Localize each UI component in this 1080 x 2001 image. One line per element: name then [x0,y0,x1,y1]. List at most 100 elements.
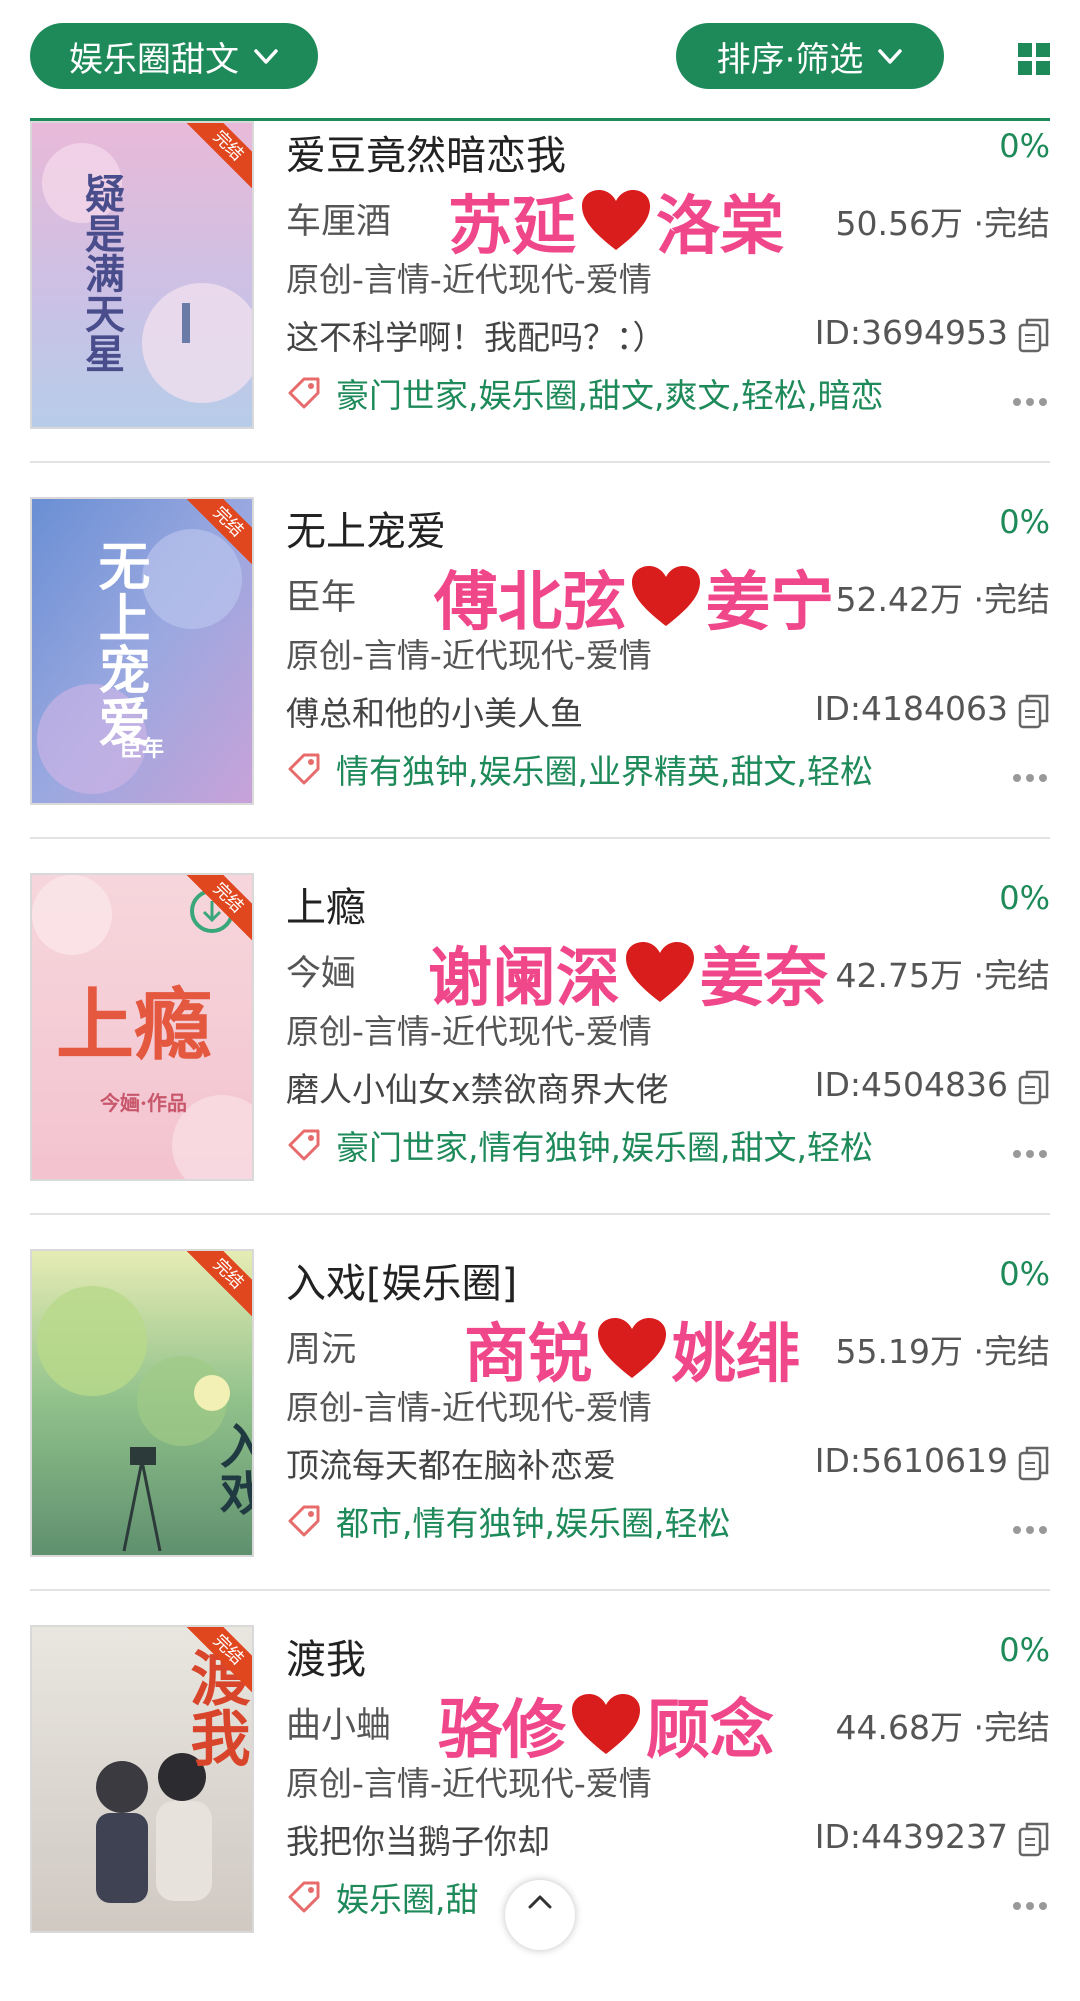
couple-left-name: 骆修 [438,1694,566,1768]
chevron-down-icon [254,49,278,64]
couple-overlay: 傅北弦 姜宁 [434,551,834,643]
cover-art [32,123,252,427]
book-cover[interactable]: 入戏 完结 [30,1249,254,1557]
list-item[interactable]: 上瘾 今婳·作品 完结 上瘾 0% 今婳 42.75万 ·完结 原创-言情-近代… [0,873,1080,1249]
chevron-up-icon [528,1895,552,1909]
book-title[interactable]: 上瘾 [286,875,366,933]
tag-icon [288,753,320,785]
list-item[interactable]: 疑是满天星 完结 爱豆竟然暗恋我 0% 车厘酒 50.56万 ·完结 原创-言情… [0,121,1080,497]
book-id: ID:4439237 [814,1817,1008,1856]
book-author[interactable]: 臣年 [286,569,356,620]
heart-icon [632,566,700,626]
cover-title: 疑是满天星 [78,173,125,373]
couple-right-name: 洛棠 [656,190,784,264]
cover-author: 臣年 [120,736,165,762]
tag-icon [288,1129,320,1161]
book-title[interactable]: 无上宠爱 [286,499,446,557]
read-progress: 0% [999,127,1050,165]
couple-overlay: 商锐 姚绯 [464,1303,800,1395]
book-tags[interactable]: 情有独钟,娱乐圈,业界精英,甜文,轻松 [336,745,873,793]
cover-title: 上瘾 [56,980,213,1071]
book-tags[interactable]: 娱乐圈,甜 [336,1873,479,1921]
book-summary: 顶流每天都在脑补恋爱 [286,1446,616,1485]
heart-icon [582,190,650,250]
book-author[interactable]: 车厘酒 [286,193,391,244]
sort-filter-dropdown[interactable]: 排序·筛选 [676,23,944,89]
top-bar: 娱乐圈甜文 排序·筛选 [0,0,1080,120]
couple-left-name: 商锐 [464,1318,592,1392]
read-progress: 0% [999,879,1050,917]
couple-left-name: 傅北弦 [434,566,626,640]
book-id: ID:4504836 [814,1065,1008,1104]
heart-icon [572,1694,640,1754]
more-icon[interactable] [1012,397,1048,407]
cover-title: 无上宠爱 [89,539,150,747]
chevron-down-icon [878,49,903,64]
book-tags[interactable]: 豪门世家,娱乐圈,甜文,爽文,轻松,暗恋 [336,369,883,417]
copy-icon[interactable] [1018,317,1050,353]
cover-title: 入戏 [211,1421,254,1517]
word-count-status: 42.75万 ·完结 [835,956,1050,995]
couple-overlay: 谢阑深 姜奈 [428,927,828,1019]
item-divider [30,461,1050,463]
scroll-to-top-button[interactable] [505,1880,575,1950]
book-summary: 磨人小仙女x禁欲商界大佬 [286,1070,669,1109]
book-summary: 我把你当鹅子你却 [286,1822,550,1861]
book-author[interactable]: 曲小蛐 [286,1697,391,1748]
category-dropdown[interactable]: 娱乐圈甜文 [30,23,318,89]
more-icon[interactable] [1012,1525,1048,1535]
couple-right-name: 姜宁 [706,566,834,640]
copy-icon[interactable] [1018,1821,1050,1857]
copy-icon[interactable] [1018,1069,1050,1105]
heart-icon [598,1318,666,1378]
book-author[interactable]: 今婳 [286,945,356,996]
category-label: 娱乐圈甜文 [69,39,239,80]
sort-filter-label: 排序·筛选 [716,39,864,80]
book-id: ID:3694953 [814,313,1008,352]
book-summary: 傅总和他的小美人鱼 [286,694,583,733]
tag-icon [288,1505,320,1537]
couple-left-name: 谢阑深 [428,942,620,1016]
book-title[interactable]: 爱豆竟然暗恋我 [286,123,566,181]
tag-icon [288,1881,320,1913]
book-title[interactable]: 渡我 [286,1627,366,1685]
word-count-status: 52.42万 ·完结 [835,580,1050,619]
tag-icon [288,377,320,409]
book-tags[interactable]: 豪门世家,情有独钟,娱乐圈,甜文,轻松 [336,1121,873,1169]
book-tags[interactable]: 都市,情有独钟,娱乐圈,轻松 [336,1497,730,1545]
cover-author: 今婳·作品 [100,1091,187,1115]
couple-left-name: 苏延 [448,190,576,264]
word-count-status: 50.56万 ·完结 [835,204,1050,243]
word-count-status: 55.19万 ·完结 [835,1332,1050,1371]
item-divider [30,1213,1050,1215]
book-id: ID:4184063 [814,689,1008,728]
book-id: ID:5610619 [814,1441,1008,1480]
book-title[interactable]: 入戏[娱乐圈] [286,1251,517,1309]
copy-icon[interactable] [1018,1445,1050,1481]
item-divider [30,1589,1050,1591]
couple-overlay: 骆修 顾念 [438,1679,774,1771]
more-icon[interactable] [1012,773,1048,783]
more-icon[interactable] [1012,1149,1048,1159]
book-cover[interactable]: 无上宠爱 臣年 完结 [30,497,254,805]
more-icon[interactable] [1012,1901,1048,1911]
copy-icon[interactable] [1018,693,1050,729]
couple-right-name: 姚绯 [672,1318,800,1392]
grid-view-icon[interactable] [1018,43,1050,75]
book-summary: 这不科学啊！我配吗？：） [286,318,666,357]
read-progress: 0% [999,503,1050,541]
item-divider [30,837,1050,839]
couple-overlay: 苏延 洛棠 [448,175,784,267]
word-count-status: 44.68万 ·完结 [835,1708,1050,1747]
read-progress: 0% [999,1631,1050,1669]
couple-right-name: 顾念 [646,1694,774,1768]
book-cover[interactable]: 上瘾 今婳·作品 完结 [30,873,254,1181]
list-item[interactable]: 无上宠爱 臣年 完结 无上宠爱 0% 臣年 52.42万 ·完结 原创-言情-近… [0,497,1080,873]
couple-right-name: 姜奈 [700,942,828,1016]
book-cover[interactable]: 疑是满天星 完结 [30,121,254,429]
heart-icon [626,942,694,1002]
read-progress: 0% [999,1255,1050,1293]
book-author[interactable]: 周沅 [286,1321,356,1372]
list-item[interactable]: 入戏 完结 入戏[娱乐圈] 0% 周沅 55.19万 ·完结 原创-言情-近代现… [0,1249,1080,1625]
book-cover[interactable]: 渡我 完结 [30,1625,254,1933]
